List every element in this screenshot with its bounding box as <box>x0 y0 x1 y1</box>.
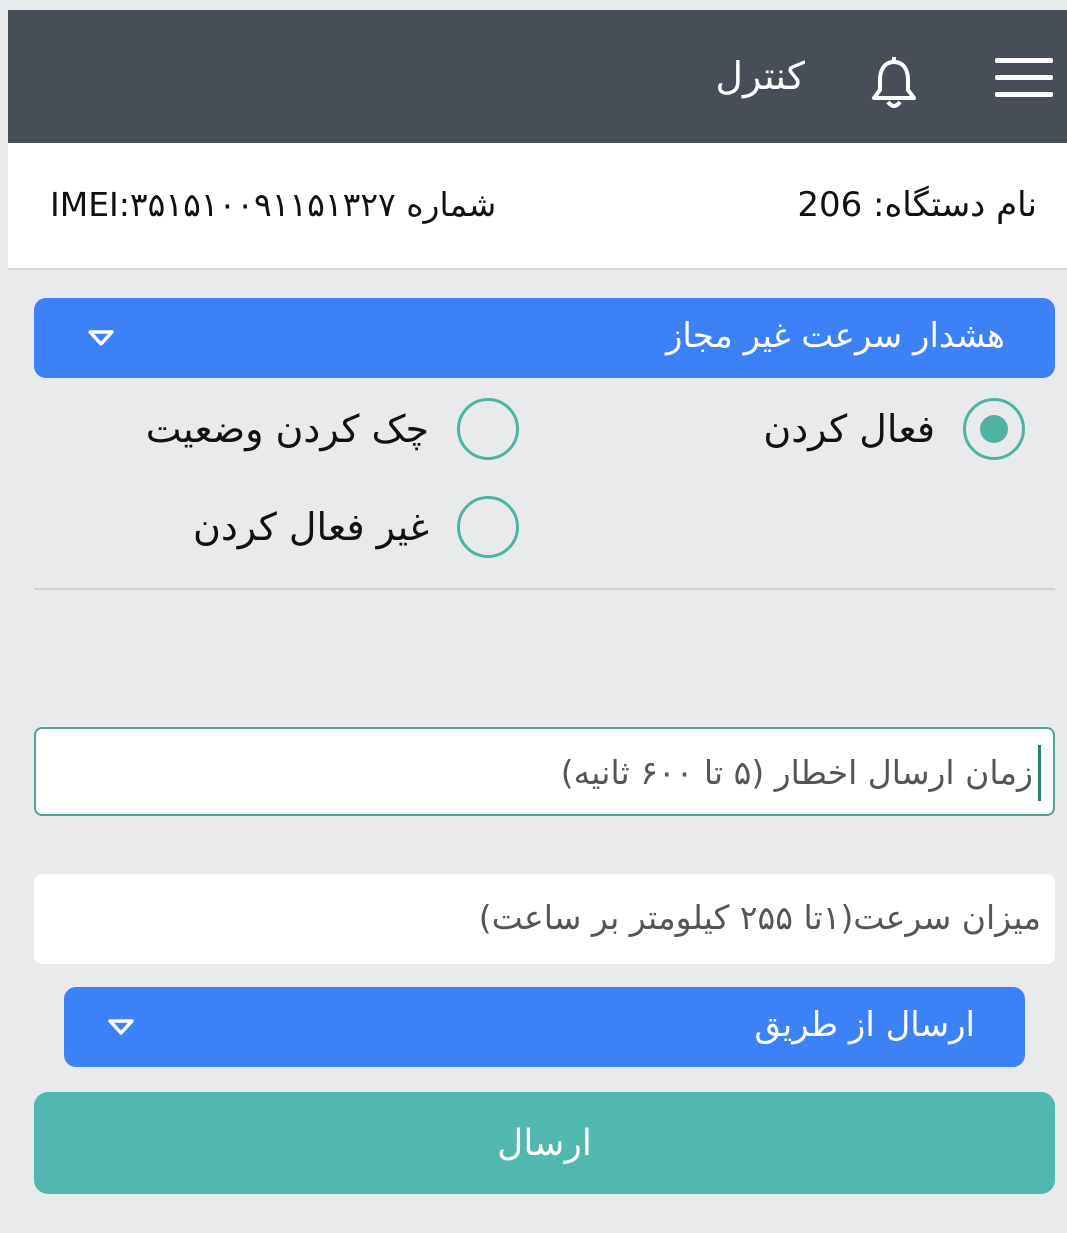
device-info-bar: نام دستگاه: 206 شماره IMEI:۳۵۱۵۱۰۰۹۱۱۵۱۳… <box>8 143 1067 270</box>
imei-label: شماره IMEI:۳۵۱۵۱۰۰۹۱۱۵۱۳۲۷ <box>50 185 497 224</box>
radio-check-status[interactable]: چک کردن وضعیت <box>146 398 519 460</box>
radio-button[interactable] <box>457 496 519 558</box>
divider <box>34 588 1055 590</box>
send-button[interactable]: ارسال <box>34 1092 1055 1194</box>
radio-button-selected[interactable] <box>963 398 1025 460</box>
radio-deactivate[interactable]: غیر فعال کردن <box>193 496 519 558</box>
notify-time-placeholder: زمان ارسال اخطار (۵ تا ۶۰۰ ثانیه) <box>560 753 1033 792</box>
speed-input[interactable]: میزان سرعت(۱تا ۲۵۵ کیلومتر بر ساعت) <box>34 874 1055 964</box>
send-via-dropdown[interactable]: ارسال از طریق <box>64 987 1025 1067</box>
send-button-label: ارسال <box>497 1122 592 1164</box>
speed-placeholder: میزان سرعت(۱تا ۲۵۵ کیلومتر بر ساعت) <box>478 898 1041 937</box>
menu-icon[interactable] <box>995 58 1055 98</box>
alert-type-selected: هشدار سرعت غیر مجاز <box>665 316 1005 356</box>
radio-check-status-label: چک کردن وضعیت <box>145 407 429 451</box>
radio-activate-label: فعال کردن <box>763 407 935 451</box>
page-title: کنترل <box>715 54 805 98</box>
radio-button[interactable] <box>457 398 519 460</box>
notify-time-input[interactable]: زمان ارسال اخطار (۵ تا ۶۰۰ ثانیه) <box>34 727 1055 816</box>
bell-icon[interactable] <box>869 56 919 110</box>
device-name-label: نام دستگاه: 206 <box>797 185 1037 225</box>
radio-activate[interactable]: فعال کردن <box>763 398 1025 460</box>
top-app-bar: کنترل <box>8 10 1067 143</box>
send-via-selected: ارسال از طریق <box>754 1005 975 1045</box>
chevron-down-icon <box>88 330 114 346</box>
alert-type-dropdown[interactable]: هشدار سرعت غیر مجاز <box>34 298 1055 378</box>
text-cursor <box>1038 745 1041 801</box>
radio-deactivate-label: غیر فعال کردن <box>192 505 429 549</box>
chevron-down-icon <box>108 1019 134 1035</box>
